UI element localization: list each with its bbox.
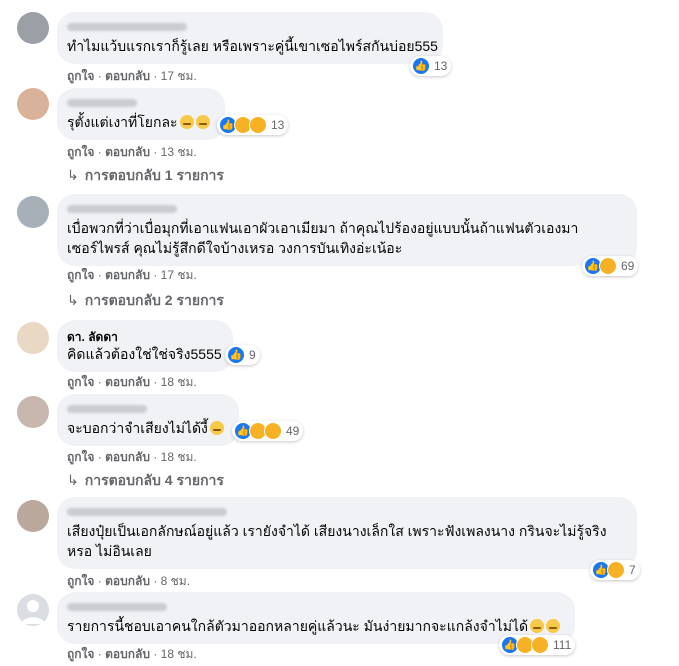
reply-button[interactable]: ตอบกลับ: [105, 647, 150, 661]
avatar[interactable]: [17, 594, 49, 626]
comment-text: เบื่อพวกที่ว่าเบื่อมุกที่เอาแฟนเอาผัวเอา…: [67, 220, 579, 236]
timestamp[interactable]: 17 ชม.: [161, 69, 197, 83]
reaction-summary[interactable]: 👍 13: [410, 56, 452, 76]
comment-text: เซอร์ไพรส์ คุณไม่รู้สึกดีใจบ้างเหรอ วงกา…: [67, 240, 403, 256]
reply-arrow-icon: ↳: [67, 167, 79, 183]
reaction-count: 69: [621, 259, 635, 273]
reaction-count: 13: [434, 59, 448, 73]
avatar[interactable]: [17, 500, 49, 532]
comment-text: รุตั้งแต่เงาที่โยกละ: [67, 112, 210, 132]
reaction-count: 111: [553, 638, 572, 652]
comment-bubble: เบื่อพวกที่ว่าเบื่อมุกที่เอาแฟนเอาผัวเอา…: [57, 194, 637, 266]
comment-text: รายการนี้ชอบเอาคนใกล้ตัวมาออกหลายคู่แล้ว…: [67, 616, 561, 636]
laughing-emoji-icon: [546, 619, 561, 633]
sad-emoji-icon: [195, 115, 210, 129]
like-button[interactable]: ถูกใจ: [67, 375, 94, 389]
reply-button[interactable]: ตอบกลับ: [105, 145, 150, 159]
reply-button[interactable]: ตอบกลับ: [105, 450, 150, 464]
timestamp[interactable]: 8 ชม.: [161, 574, 190, 588]
avatar[interactable]: [17, 88, 49, 120]
author-name-blurred[interactable]: [67, 508, 227, 516]
reaction-count: 13: [271, 118, 285, 132]
sad-emoji-icon: [179, 115, 194, 129]
timestamp[interactable]: 18 ชม.: [161, 375, 197, 389]
reply-arrow-icon: ↳: [67, 472, 79, 488]
reaction-count: 7: [629, 563, 636, 577]
wow-reaction-icon: [264, 422, 282, 440]
like-button[interactable]: ถูกใจ: [67, 574, 94, 588]
reaction-summary[interactable]: 👍 111: [499, 635, 576, 655]
reaction-summary[interactable]: 👍 13: [217, 115, 289, 135]
view-replies-link[interactable]: ↳ การตอบกลับ 2 รายการ: [67, 290, 224, 312]
comment-actions: ถูกใจ · ตอบกลับ · 18 ชม.: [67, 375, 197, 389]
avatar[interactable]: [17, 12, 49, 44]
like-button[interactable]: ถูกใจ: [67, 145, 94, 159]
author-name-blurred[interactable]: [67, 405, 147, 413]
view-replies-link[interactable]: ↳ การตอบกลับ 1 รายการ: [67, 165, 224, 187]
timestamp[interactable]: 17 ชม.: [161, 268, 197, 282]
reaction-count: 49: [286, 424, 300, 438]
comment-bubble: ดา. ลัดดา คิดแล้วต้องใช่ใช่จริง5555: [57, 320, 233, 372]
reaction-count: 9: [249, 348, 256, 362]
author-name-blurred[interactable]: [67, 23, 187, 31]
reaction-summary[interactable]: 👍 9: [225, 345, 260, 365]
haha-reaction-icon: [607, 561, 625, 579]
comment-actions: ถูกใจ · ตอบกลับ · 13 ชม.: [67, 145, 197, 159]
comment-actions: ถูกใจ · ตอบกลับ · 8 ชม.: [67, 574, 191, 588]
comment-text: ทำไมแว้บแรกเราก็รู้เลย หรือเพราะคู่นี้เข…: [67, 38, 438, 54]
avatar[interactable]: [17, 322, 49, 354]
reply-button[interactable]: ตอบกลับ: [105, 375, 150, 389]
smirk-emoji-icon: [209, 421, 224, 435]
comment-text: จะบอกว่าจำเสียงไม่ได้งี้: [67, 418, 224, 438]
comment-actions: ถูกใจ · ตอบกลับ · 18 ชม.: [67, 450, 197, 464]
wow-reaction-icon: [249, 116, 267, 134]
comment-bubble: ทำไมแว้บแรกเราก็รู้เลย หรือเพราะคู่นี้เข…: [57, 12, 443, 64]
comment-actions: ถูกใจ · ตอบกลับ · 18 ชม.: [67, 647, 197, 661]
comment-bubble: รุตั้งแต่เงาที่โยกละ: [57, 88, 225, 140]
comment-actions: ถูกใจ · ตอบกลับ · 17 ชม.: [67, 69, 197, 83]
reply-button[interactable]: ตอบกลับ: [105, 574, 150, 588]
reply-button[interactable]: ตอบกลับ: [105, 268, 150, 282]
view-replies-link[interactable]: ↳ การตอบกลับ 4 รายการ: [67, 470, 224, 492]
reaction-summary[interactable]: 👍 7: [590, 560, 640, 580]
like-reaction-icon: 👍: [227, 346, 245, 364]
like-button[interactable]: ถูกใจ: [67, 647, 94, 661]
author-name-blurred[interactable]: [67, 99, 137, 107]
avatar[interactable]: [17, 196, 49, 228]
default-avatar-icon: [21, 600, 45, 624]
avatar[interactable]: [17, 396, 49, 428]
timestamp[interactable]: 18 ชม.: [161, 450, 197, 464]
wow-reaction-icon: [531, 636, 549, 654]
like-button[interactable]: ถูกใจ: [67, 450, 94, 464]
timestamp[interactable]: 13 ชม.: [161, 145, 197, 159]
reaction-summary[interactable]: 👍 49: [232, 421, 304, 441]
like-button[interactable]: ถูกใจ: [67, 69, 94, 83]
comment-text: หรอ ไม่อินเลย: [67, 543, 152, 559]
laughing-emoji-icon: [530, 619, 545, 633]
comment-text: คิดแล้วต้องใช่ใช่จริง5555: [67, 346, 222, 362]
comment-bubble: เสียงปุ๋ยเป็นเอกลักษณ์อยู่แล้ว เรายังจำไ…: [57, 497, 637, 569]
comment-bubble: จะบอกว่าจำเสียงไม่ได้งี้: [57, 394, 239, 446]
author-name-blurred[interactable]: [67, 603, 167, 611]
haha-reaction-icon: [599, 257, 617, 275]
reaction-summary[interactable]: 👍 69: [582, 256, 639, 276]
comment-text: เสียงปุ๋ยเป็นเอกลักษณ์อยู่แล้ว เรายังจำไ…: [67, 523, 607, 539]
like-button[interactable]: ถูกใจ: [67, 268, 94, 282]
like-reaction-icon: 👍: [412, 57, 430, 75]
comment-bubble: รายการนี้ชอบเอาคนใกล้ตัวมาออกหลายคู่แล้ว…: [57, 592, 575, 644]
comment-actions: ถูกใจ · ตอบกลับ · 17 ชม.: [67, 268, 197, 282]
author-name-blurred[interactable]: [67, 205, 177, 213]
reply-button[interactable]: ตอบกลับ: [105, 69, 150, 83]
timestamp[interactable]: 18 ชม.: [161, 647, 197, 661]
reply-arrow-icon: ↳: [67, 292, 79, 308]
